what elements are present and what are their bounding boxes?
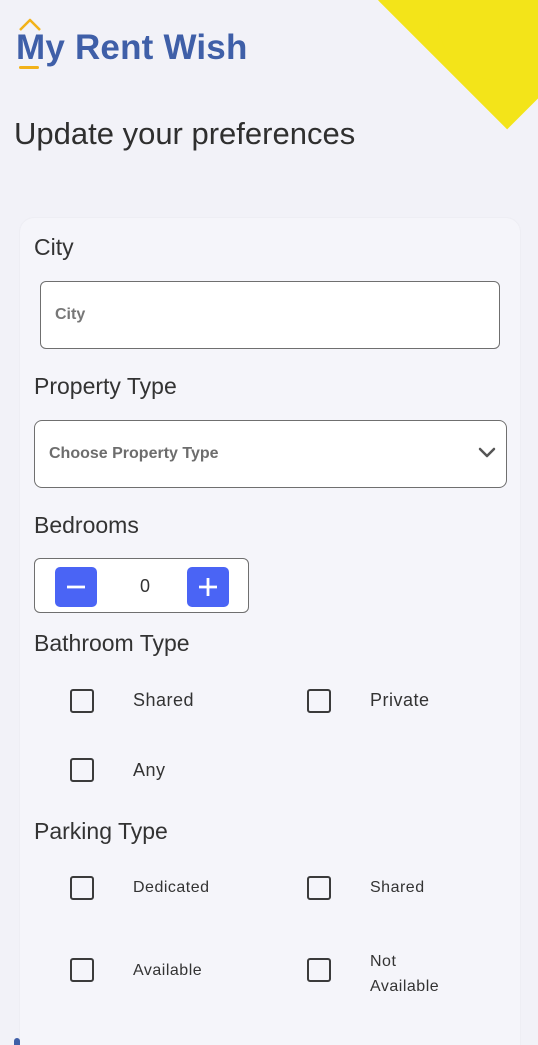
bathroom-type-label: Bathroom Type [34, 630, 190, 656]
bathroom-shared-label: Shared [133, 690, 195, 710]
plus-icon [199, 578, 217, 596]
logo-underline [19, 66, 39, 69]
city-field[interactable] [40, 281, 500, 349]
parking-dedicated-checkbox[interactable] [70, 876, 94, 900]
chevron-down-icon [478, 447, 496, 458]
parking-shared-checkbox[interactable] [307, 876, 331, 900]
city-input[interactable] [41, 282, 499, 348]
logo-text: My Rent Wish [16, 28, 248, 67]
parking-available-checkbox[interactable] [70, 958, 94, 982]
bathroom-any-label: Any [133, 760, 166, 780]
minus-icon [67, 585, 85, 589]
bedrooms-label: Bedrooms [34, 512, 139, 538]
parking-type-label: Parking Type [34, 818, 168, 844]
scroll-indicator [14, 1038, 20, 1045]
decrement-button[interactable] [55, 567, 97, 607]
bathroom-private-label: Private [370, 690, 430, 710]
parking-not-available-checkbox[interactable] [307, 958, 331, 982]
parking-dedicated-label: Dedicated [133, 879, 210, 896]
bathroom-private-checkbox[interactable] [307, 689, 331, 713]
bedrooms-stepper: 0 [34, 558, 249, 613]
parking-not-available-label: Not Available [370, 953, 440, 995]
preferences-screen: My Rent Wish Update your preferences Cit… [0, 0, 538, 1045]
parking-shared-label: Shared [370, 879, 425, 896]
property-type-label: Property Type [34, 373, 177, 399]
property-type-select[interactable]: Choose Property Type [34, 420, 507, 488]
property-type-placeholder: Choose Property Type [49, 445, 219, 462]
bathroom-shared-checkbox[interactable] [70, 689, 94, 713]
bathroom-any-checkbox[interactable] [70, 758, 94, 782]
page-title: Update your preferences [14, 116, 356, 151]
bedrooms-count: 0 [139, 576, 150, 596]
city-label: City [34, 234, 74, 260]
increment-button[interactable] [187, 567, 229, 607]
parking-available-label: Available [133, 962, 203, 979]
